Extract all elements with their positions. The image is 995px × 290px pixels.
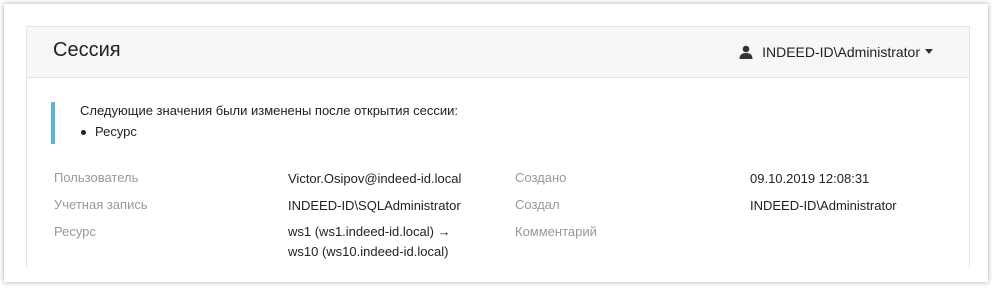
resource-label: Ресурс xyxy=(54,224,96,239)
created-value: 09.10.2019 12:08:31 xyxy=(750,171,870,186)
comment-label: Комментарий xyxy=(515,224,597,239)
user-menu-dropdown[interactable]: INDEED-ID\Administrator xyxy=(739,44,933,60)
user-value: Victor.Osipov@indeed-id.local xyxy=(288,171,462,186)
account-value: INDEED-ID\SQLAdministrator xyxy=(288,198,461,213)
changed-values-notice: Следующие значения были изменены после о… xyxy=(51,102,458,144)
page-title: Сессия xyxy=(53,39,121,61)
notice-list: Ресурс xyxy=(80,124,137,139)
window-frame: Сессия INDEED-ID\Administrator Следующие… xyxy=(4,4,988,282)
user-icon xyxy=(739,45,753,59)
resource-value-line2: ws10 (ws10.indeed-id.local) xyxy=(288,244,449,259)
notice-text: Следующие значения были изменены после о… xyxy=(80,103,459,118)
account-label: Учетная запись xyxy=(54,197,148,212)
created-by-value: INDEED-ID\Administrator xyxy=(750,198,897,213)
session-card: Сессия INDEED-ID\Administrator Следующие… xyxy=(26,26,970,267)
user-label: Пользователь xyxy=(54,170,139,185)
notice-list-item: Ресурс xyxy=(80,124,137,139)
card-header: Сессия INDEED-ID\Administrator xyxy=(27,27,969,78)
resource-value-line1: ws1 (ws1.indeed-id.local) → xyxy=(288,224,451,239)
created-label: Создано xyxy=(515,170,567,185)
created-by-label: Создал xyxy=(515,197,560,212)
caret-down-icon xyxy=(925,48,933,54)
user-name: INDEED-ID\Administrator xyxy=(762,44,920,60)
